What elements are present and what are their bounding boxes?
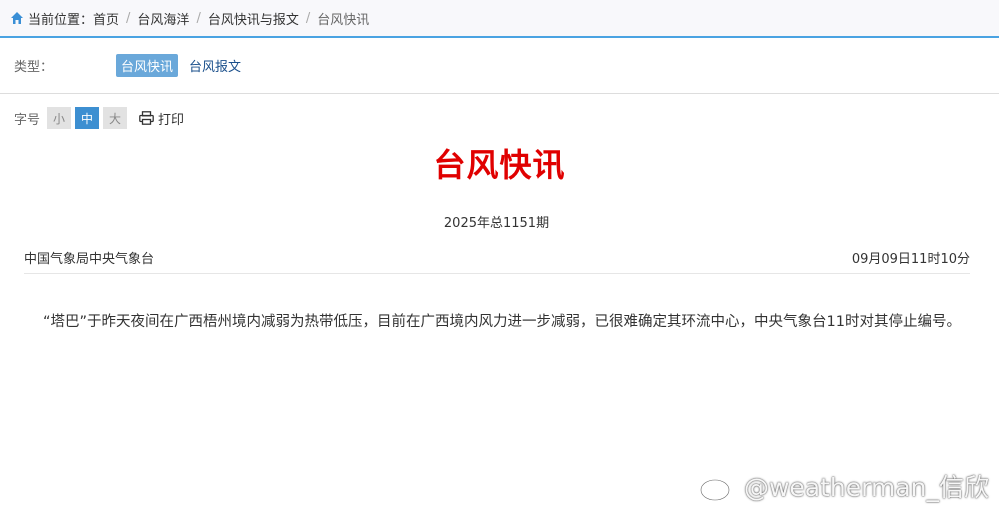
printer-icon (139, 111, 154, 125)
publisher: 中国气象局中央气象台 (24, 252, 155, 267)
print-label: 打印 (158, 112, 185, 128)
breadcrumb-typhoon-news-reports[interactable]: 台风快讯与报文 (208, 9, 299, 28)
breadcrumb-current: 台风快讯 (317, 12, 370, 28)
watermark-text: @weatherman_信欣 (743, 473, 989, 502)
font-size-small-button[interactable]: 小 (47, 107, 72, 129)
breadcrumb: 当前位置： 首页 / 台风海洋 / 台风快讯与报文 / 台风快讯 (0, 0, 999, 38)
type-filter-row: 类型： 台风快讯 台风报文 (0, 38, 999, 94)
font-size-label: 字号 (14, 112, 41, 128)
article-meta: 中国气象局中央气象台 09月09日11时10分 (24, 248, 970, 274)
breadcrumb-separator: / (196, 10, 201, 26)
type-tabs: 台风快讯 台风报文 (116, 54, 246, 77)
article-body-text: “塔巴”于昨天夜间在广西梧州境内减弱为热带低压，目前在广西境内风力进一步减弱，已… (43, 314, 961, 330)
type-label: 类型： (14, 60, 54, 75)
issue-number: 2025年总1151期 (443, 216, 550, 231)
font-size-controls: 字号 小 中 大 打印 (14, 107, 184, 129)
tab-typhoon-news[interactable]: 台风快讯 (116, 54, 179, 77)
tab-typhoon-report[interactable]: 台风报文 (184, 54, 246, 77)
breadcrumb-typhoon-ocean[interactable]: 台风海洋 (137, 9, 189, 28)
publish-datetime: 09月09日11时10分 (851, 252, 970, 267)
weibo-watermark: @weatherman_信欣 (698, 468, 989, 504)
breadcrumb-separator: / (126, 10, 131, 26)
weibo-logo-icon (699, 471, 738, 502)
home-icon (11, 12, 23, 24)
font-size-medium-button[interactable]: 中 (75, 107, 100, 129)
breadcrumb-separator: / (305, 10, 311, 26)
breadcrumb-prefix: 当前位置： (28, 12, 94, 28)
print-button[interactable]: 打印 (139, 109, 184, 128)
article-title: 台风快讯 (433, 146, 566, 184)
article-body: “塔巴”于昨天夜间在广西梧州境内减弱为热带低压，目前在广西境内风力进一步减弱，已… (33, 312, 961, 333)
breadcrumb-home[interactable]: 首页 (93, 9, 119, 28)
font-size-large-button[interactable]: 大 (103, 107, 128, 129)
